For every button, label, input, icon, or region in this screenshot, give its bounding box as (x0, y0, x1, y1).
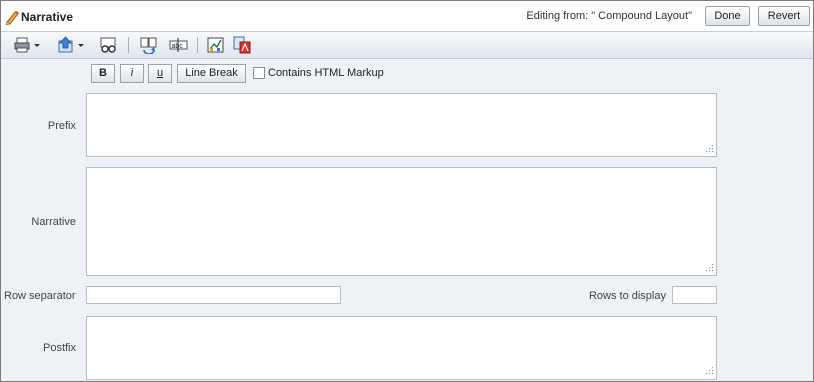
postfix-textarea[interactable] (86, 316, 717, 380)
page-title: Narrative (21, 10, 74, 24)
done-button[interactable]: Done (705, 6, 750, 26)
line-break-button[interactable]: Line Break (177, 64, 246, 83)
row-separator-input[interactable] (86, 286, 341, 304)
refresh-icon[interactable] (139, 36, 159, 54)
editing-from-text: Editing from: " Compound Layout" (526, 10, 692, 22)
svg-text:abc: abc (172, 43, 184, 50)
toolbar-separator (197, 37, 198, 53)
resize-grip-icon[interactable] (706, 367, 714, 375)
underline-button[interactable]: u (148, 64, 172, 83)
toolbar-separator (128, 37, 129, 53)
html-markup-checkbox[interactable] (253, 67, 265, 79)
text-field-icon[interactable]: abc (169, 36, 189, 54)
print-icon[interactable] (13, 36, 43, 54)
resize-grip-icon[interactable] (706, 145, 714, 153)
editor-header: Narrative Editing from: " Compound Layou… (1, 1, 813, 32)
export-icon[interactable] (57, 36, 87, 54)
prefix-label: Prefix (47, 120, 76, 132)
bold-button[interactable]: B (91, 64, 115, 83)
rows-to-display-label: Rows to display (588, 290, 666, 302)
resize-grip-icon[interactable] (706, 264, 714, 272)
narrative-label: Narrative (31, 216, 76, 228)
row-separator-label: Row separator (4, 290, 76, 302)
chart-icon[interactable] (207, 36, 225, 54)
narrative-editor: Narrative Editing from: " Compound Layou… (0, 0, 814, 382)
postfix-label: Postfix (42, 342, 76, 354)
italic-button[interactable]: i (120, 64, 144, 83)
prefix-textarea[interactable] (86, 93, 717, 157)
preview-icon[interactable] (99, 36, 119, 54)
pdf-icon[interactable] (233, 36, 251, 54)
rows-to-display-input[interactable] (672, 286, 717, 304)
html-markup-label: Contains HTML Markup (268, 67, 384, 79)
revert-button[interactable]: Revert (758, 6, 810, 26)
narrative-textarea[interactable] (86, 167, 717, 276)
pencil-icon (5, 10, 19, 25)
toolbar: abc (1, 32, 813, 59)
